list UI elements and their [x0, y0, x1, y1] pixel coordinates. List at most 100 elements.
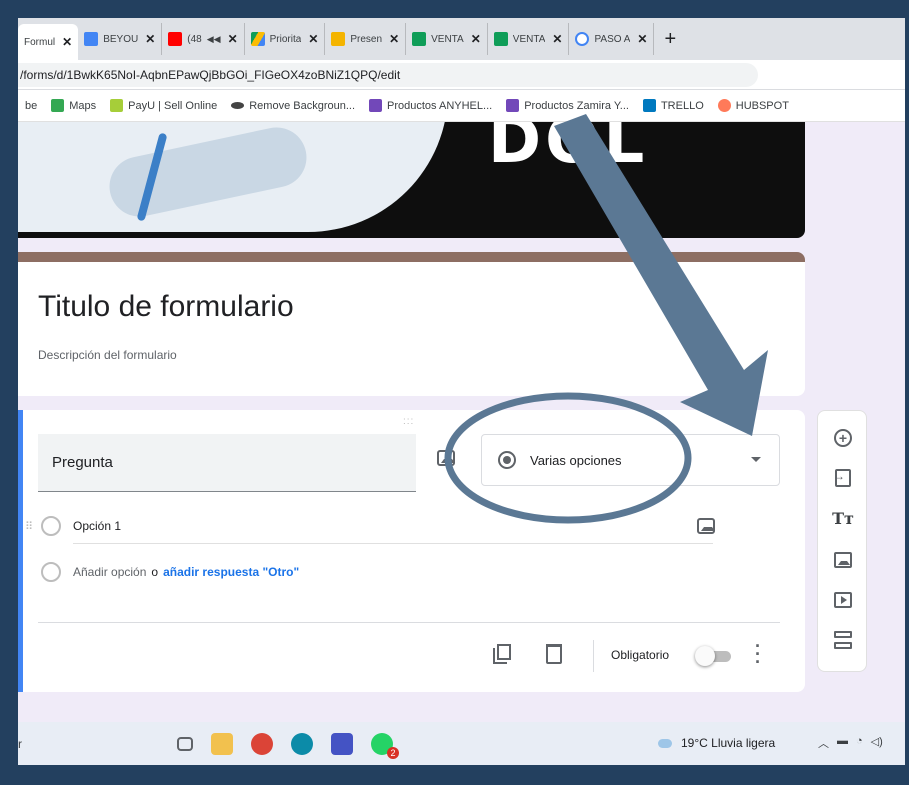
bookmark-item[interactable]: be — [18, 100, 44, 112]
close-icon[interactable]: ✕ — [637, 32, 647, 46]
tab-youtube[interactable]: (48 ◀◀ ✕ — [162, 23, 245, 55]
new-tab-button[interactable]: + — [654, 28, 686, 51]
add-other-link[interactable]: añadir respuesta "Otro" — [163, 565, 299, 579]
system-tray: ︿ ▬ ◔ ◁) — [818, 735, 883, 751]
close-icon[interactable]: ✕ — [145, 32, 155, 46]
form-editor: DOL Titulo de formulario Descripción del… — [18, 122, 905, 722]
form-title[interactable]: Titulo de formulario — [38, 290, 294, 324]
question-type-label: Varias opciones — [530, 452, 622, 468]
bookmark-productos-anyhel[interactable]: Productos ANYHEL... — [362, 99, 499, 112]
audio-icon: ◀◀ — [206, 33, 221, 44]
option-image-icon[interactable] — [697, 518, 715, 534]
tab-label: (48 — [187, 33, 202, 45]
close-icon[interactable]: ✕ — [308, 32, 318, 46]
floating-toolbar: + Tт — [817, 410, 867, 672]
tab-forms[interactable]: Formul ✕ — [18, 24, 79, 60]
option-label-input[interactable]: Opción 1 — [73, 508, 713, 544]
tab-label: VENTA — [431, 33, 464, 45]
question-title-input[interactable]: Pregunta — [38, 434, 416, 492]
header-logo: DOL — [488, 122, 649, 178]
maps-icon — [51, 99, 65, 112]
import-questions-button[interactable] — [818, 463, 868, 493]
drag-handle-icon[interactable]: ::: — [403, 416, 414, 427]
url-input[interactable]: /forms/d/1BwkK65NoI-AqbnEPawQjBbGOi_FIGe… — [18, 62, 758, 87]
add-title-button[interactable]: Tт — [818, 503, 868, 533]
tab-beyou[interactable]: BEYOU ✕ — [78, 23, 163, 55]
screen: Formul ✕ BEYOU ✕ (48 ◀◀ ✕ Priorita ✕ Pre… — [18, 18, 905, 765]
whatsapp-icon[interactable]: 2 — [371, 732, 399, 759]
add-option-link[interactable]: Añadir opción — [73, 565, 146, 579]
close-icon[interactable]: ✕ — [552, 32, 562, 46]
trash-icon[interactable] — [546, 644, 562, 664]
tab-slides[interactable]: Presen ✕ — [325, 23, 407, 55]
sheets-icon — [412, 32, 427, 46]
add-image-icon — [834, 552, 852, 568]
wifi-icon[interactable]: ◔ — [856, 735, 863, 751]
tab-sheets-2[interactable]: VENTA ✕ — [488, 23, 570, 55]
add-question-icon: + — [834, 429, 852, 447]
duplicate-icon[interactable] — [493, 644, 511, 664]
volume-icon[interactable]: ◁) — [871, 735, 883, 751]
divider — [38, 622, 780, 623]
form-title-card[interactable]: Titulo de formulario Descripción del for… — [18, 252, 805, 396]
divider — [593, 640, 594, 672]
bookmark-remove-bg[interactable]: Remove Backgroun... — [224, 100, 362, 112]
slides-icon — [331, 32, 346, 46]
close-icon[interactable]: ✕ — [471, 32, 481, 46]
or-label: o — [151, 565, 159, 579]
trello-icon — [642, 99, 656, 112]
radio-empty-icon — [41, 562, 61, 582]
radio-empty-icon — [41, 516, 61, 536]
bookmark-productos-zamira[interactable]: Productos Zamira Y... — [499, 99, 636, 112]
more-vert-icon[interactable]: · · · — [753, 637, 763, 671]
edge-icon[interactable] — [291, 732, 313, 755]
add-image-icon[interactable] — [437, 450, 455, 466]
chrome-icon[interactable] — [251, 732, 273, 755]
tab-google[interactable]: PASO A ✕ — [569, 23, 655, 55]
payu-icon — [110, 99, 124, 112]
tab-bar: Formul ✕ BEYOU ✕ (48 ◀◀ ✕ Priorita ✕ Pre… — [18, 18, 905, 60]
tab-drive[interactable]: Priorita ✕ — [245, 23, 326, 55]
drag-handle-icon[interactable]: ⠿ — [23, 520, 39, 533]
taskbar-search[interactable]: r — [18, 737, 168, 751]
add-image-button[interactable] — [818, 545, 868, 575]
tab-label: Priorita — [269, 33, 302, 45]
close-icon[interactable]: ✕ — [389, 32, 399, 46]
bookmark-hubspot[interactable]: HUBSPOT — [711, 99, 796, 112]
bookmark-label: Remove Backgroun... — [249, 99, 356, 112]
add-section-button[interactable] — [818, 625, 868, 655]
add-option-row: Añadir opción o añadir respuesta "Otro" — [41, 562, 299, 582]
chevron-up-icon[interactable]: ︿ — [818, 735, 829, 751]
required-toggle[interactable] — [695, 646, 733, 666]
toggle-knob — [695, 646, 715, 666]
import-questions-icon — [833, 469, 851, 487]
add-question-button[interactable]: + — [818, 423, 868, 453]
option-row[interactable]: ⠿ Opción 1 — [23, 508, 713, 544]
rain-cloud-icon — [658, 738, 672, 748]
google-icon — [575, 32, 590, 46]
task-view-icon[interactable] — [177, 736, 193, 751]
tab-sheets-1[interactable]: VENTA ✕ — [406, 23, 488, 55]
add-section-icon — [834, 631, 852, 649]
form-description[interactable]: Descripción del formulario — [38, 348, 177, 362]
close-icon[interactable]: ✕ — [228, 32, 238, 46]
battery-icon[interactable]: ▬ — [837, 735, 848, 751]
bookmark-label: Productos Zamira Y... — [524, 99, 629, 112]
app-icon[interactable] — [331, 732, 353, 755]
bookmark-trello[interactable]: TRELLO — [636, 99, 711, 112]
weather-text: 19°C Lluvia ligera — [681, 736, 776, 750]
calendar-icon — [84, 32, 99, 46]
bookmark-payu[interactable]: PayU | Sell Online — [103, 99, 224, 112]
file-explorer-icon[interactable] — [211, 732, 233, 755]
question-card[interactable]: ::: Pregunta Varias opciones ⠿ Opción 1 … — [18, 410, 805, 692]
bookmark-label: TRELLO — [660, 99, 704, 112]
bookmark-maps[interactable]: Maps — [44, 99, 103, 112]
question-type-select[interactable]: Varias opciones — [481, 434, 780, 486]
notification-badge: 2 — [387, 746, 399, 759]
weather-widget[interactable]: 19°C Lluvia ligera — [658, 736, 775, 750]
add-video-button[interactable] — [818, 585, 868, 615]
close-icon[interactable]: ✕ — [62, 35, 72, 49]
forms-icon — [506, 99, 520, 112]
forms-icon — [369, 99, 383, 112]
bookmark-label: PayU | Sell Online — [128, 99, 218, 112]
